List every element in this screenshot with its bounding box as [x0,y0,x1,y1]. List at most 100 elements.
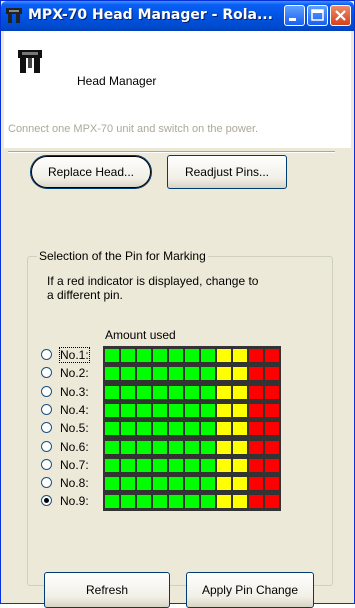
pin-label[interactable]: No.8: [60,476,89,490]
meter-segment [105,367,119,380]
amount-used-label: Amount used [105,328,176,342]
instruction-line-2: a different pin. [47,288,123,302]
meter-segment [121,495,135,508]
pin-label[interactable]: No.7: [60,458,89,472]
meter-segment [153,386,167,399]
meter-segment [217,495,231,508]
replace-head-button[interactable]: Replace Head... [30,155,152,189]
meter-segment [265,459,279,472]
app-window: MPX-70 Head Manager - Rola... Head Manag… [0,0,355,608]
meter-segment [265,495,279,508]
group-title: Selection of the Pin for Marking [37,249,208,263]
meter-segment [169,349,183,362]
pin-radio[interactable] [41,404,52,415]
focus-ring [31,156,151,188]
maximize-button[interactable] [307,5,328,26]
readjust-pins-button[interactable]: Readjust Pins... [167,155,287,189]
meter-segment [233,386,247,399]
meter-segment [233,349,247,362]
meter-segment [217,422,231,435]
refresh-label: Refresh [85,583,129,597]
header-label: Head Manager [77,74,157,88]
meter-segment [201,422,215,435]
pin-usage-meter [103,492,281,511]
meter-segment [153,477,167,490]
meter-segment [121,477,135,490]
pin-radio[interactable] [41,459,52,470]
meter-segment [201,367,215,380]
pin-radio[interactable] [41,477,52,488]
title-bar[interactable]: MPX-70 Head Manager - Rola... [1,1,354,31]
pin-label[interactable]: No.5: [60,421,89,435]
meter-segment [153,349,167,362]
meter-segment [201,459,215,472]
pin-label[interactable]: No.6: [60,440,89,454]
instruction-text: If a red indicator is displayed, change … [47,274,297,302]
pin-usage-meter [103,474,281,493]
meter-segment [169,367,183,380]
meter-segment [121,459,135,472]
pin-label[interactable]: No.3: [60,385,89,399]
meter-segment [169,386,183,399]
meter-segment [137,441,151,454]
meter-segment [121,349,135,362]
meter-segment [201,349,215,362]
meter-segment [121,404,135,417]
meter-segment [153,441,167,454]
meter-segment [233,441,247,454]
meter-segment [201,386,215,399]
meter-segment [137,422,151,435]
meter-segment [169,422,183,435]
meter-segment [185,459,199,472]
pin-label[interactable]: No.2: [60,366,89,380]
meter-segment [201,441,215,454]
pin-radio[interactable] [41,386,52,397]
pin-label[interactable]: No.9: [60,494,89,508]
pin-radio[interactable] [41,367,52,378]
meter-segment [137,349,151,362]
meter-segment [169,477,183,490]
meter-segment [185,367,199,380]
meter-segment [169,404,183,417]
pin-radio[interactable] [41,495,52,506]
meter-segment [105,477,119,490]
pin-usage-meter [103,364,281,383]
meter-segment [249,459,263,472]
pin-radio[interactable] [41,422,52,433]
meter-segment [249,404,263,417]
meter-segment [185,349,199,362]
meter-segment [217,386,231,399]
meter-segment [137,477,151,490]
pin-label[interactable]: No.4: [60,403,89,417]
meter-segment [217,459,231,472]
window-title: MPX-70 Head Manager - Rola... [28,7,273,23]
meter-segment [137,495,151,508]
close-button[interactable] [330,5,351,26]
meter-segment [153,404,167,417]
meter-segment [201,495,215,508]
meter-segment [233,477,247,490]
meter-segment [185,386,199,399]
print-head-icon [18,50,42,73]
pin-label[interactable]: No.1: [59,347,90,363]
apply-pin-change-button[interactable]: Apply Pin Change [186,572,314,608]
meter-segment [249,422,263,435]
meter-segment [249,477,263,490]
meter-segment [185,441,199,454]
meter-segment [249,367,263,380]
meter-segment [249,386,263,399]
header-panel: Head Manager Connect one MPX-70 unit and… [4,31,351,148]
meter-segment [201,404,215,417]
minimize-button[interactable] [284,5,305,26]
refresh-button[interactable]: Refresh [44,572,170,608]
meter-segment [185,404,199,417]
apply-pin-change-label: Apply Pin Change [201,583,299,597]
meter-segment [105,459,119,472]
pin-radio[interactable] [41,441,52,452]
pin-radio[interactable] [41,349,52,360]
meter-segment [153,459,167,472]
meter-segment [105,404,119,417]
readjust-pins-label: Readjust Pins... [184,165,270,179]
meter-segment [217,349,231,362]
meter-segment [105,386,119,399]
